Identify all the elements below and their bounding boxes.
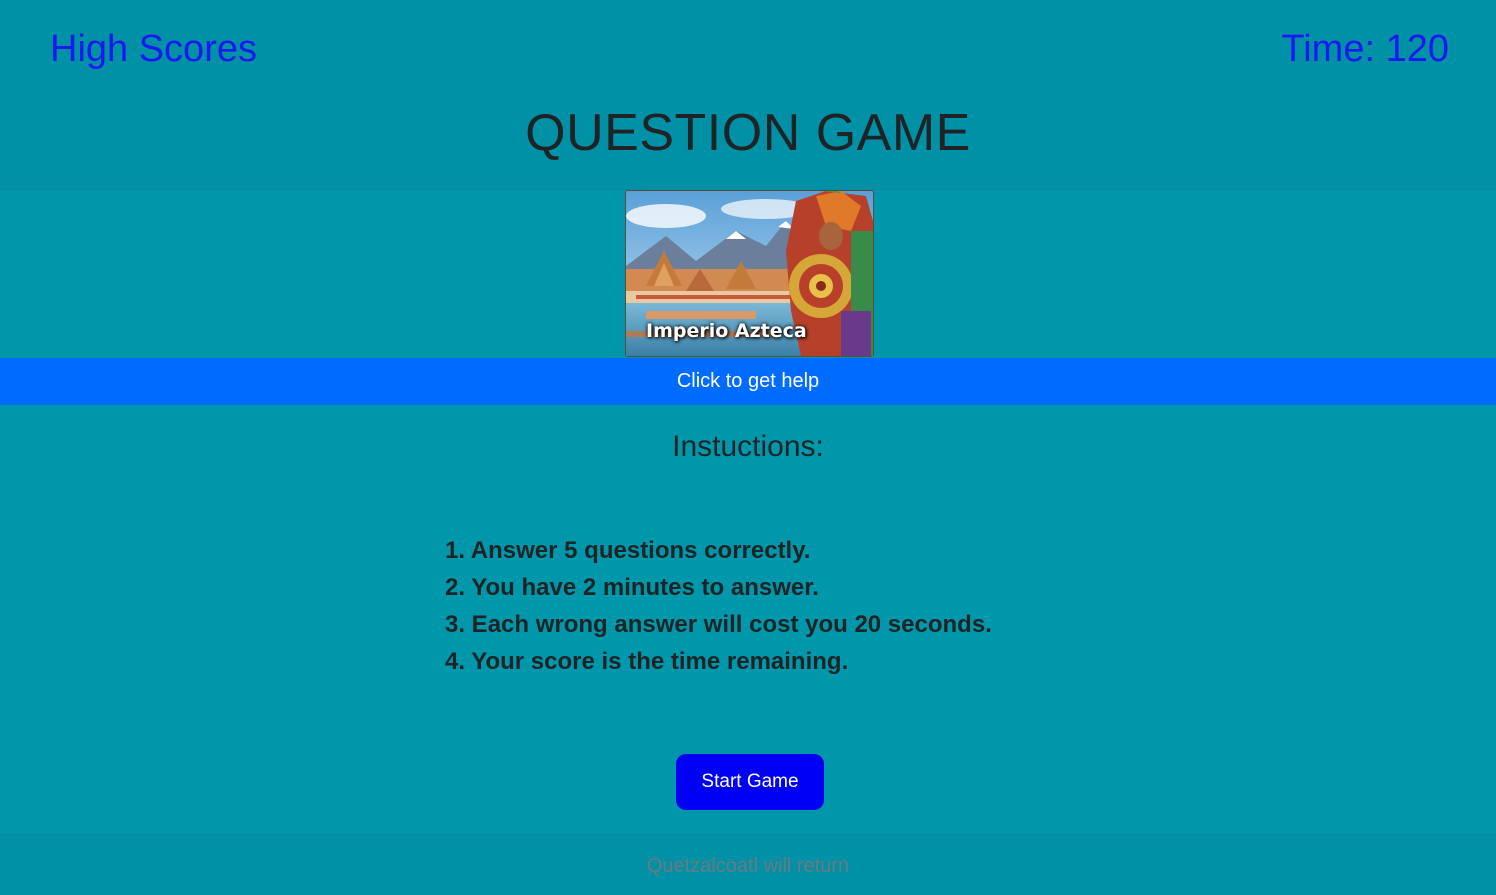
instructions-heading: Instuctions: xyxy=(672,430,824,463)
high-scores-link[interactable]: High Scores xyxy=(50,28,257,71)
instructions-list: 1. Answer 5 questions correctly. 2. You … xyxy=(445,532,992,680)
help-button[interactable]: Click to get help xyxy=(0,358,1496,405)
start-game-button[interactable]: Start Game xyxy=(676,754,824,810)
footer-text: Quetzalcoatl will return xyxy=(646,855,850,877)
instruction-item: 3. Each wrong answer will cost you 20 se… xyxy=(445,611,992,638)
instruction-item: 2. You have 2 minutes to answer. xyxy=(445,574,819,601)
page-header: High Scores Time: 120 QUESTION GAME xyxy=(0,0,1496,190)
page-footer: Quetzalcoatl will return xyxy=(0,834,1496,895)
timer-display: Time: 120 xyxy=(1281,28,1449,70)
instruction-item: 4. Your score is the time remaining. xyxy=(445,648,849,675)
page-title: QUESTION GAME xyxy=(525,104,971,162)
instruction-item: 1. Answer 5 questions correctly. xyxy=(445,537,811,564)
hero-caption: Imperio Azteca xyxy=(646,320,807,342)
hero-image: Imperio Azteca xyxy=(625,190,874,357)
